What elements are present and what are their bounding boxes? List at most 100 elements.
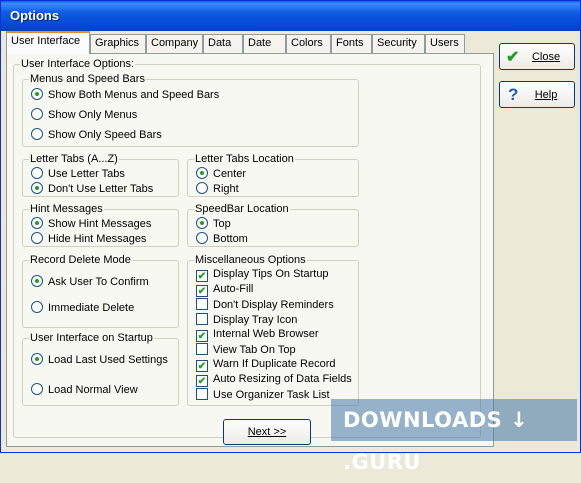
help-button[interactable]: ? Help [499,81,575,108]
tab-user-interface[interactable]: User Interface [6,31,90,54]
letter-tabs-group: Letter Tabs (A...Z) Use Letter Tabs Don'… [22,153,179,197]
checkbox-label: Internal Web Browser [213,328,319,340]
radio-button[interactable] [31,217,43,229]
checkbox-label: View Tab On Top [213,344,296,356]
speedbar-location-group: SpeedBar Location Top Bottom [187,203,359,247]
record-delete-group: Record Delete Mode Ask User To Confirm I… [22,254,179,328]
radio-label: Load Last Used Settings [48,354,168,366]
checkbox-label: Auto-Fill [213,283,254,295]
radio-button[interactable] [31,167,43,179]
menus-group-title: Menus and Speed Bars [29,73,146,85]
record-delete-title: Record Delete Mode [29,254,132,266]
radio-bottom[interactable]: Bottom [196,232,248,246]
radio-label: Show Both Menus and Speed Bars [48,89,220,101]
checkbox[interactable] [196,343,208,355]
radio-load-last-used[interactable]: Load Last Used Settings [31,353,168,367]
tab-data[interactable]: Data [203,34,243,53]
tab-date[interactable]: Date [243,34,286,53]
radio-use-letter-tabs[interactable]: Use Letter Tabs [31,167,125,181]
radio-button[interactable] [31,353,43,365]
menus-group: Menus and Speed Bars Show Both Menus and… [22,73,359,147]
user-interface-options-title: User Interface Options: [20,58,136,70]
radio-button[interactable] [31,128,43,140]
tab-colors[interactable]: Colors [286,34,331,53]
radio-label: Show Only Speed Bars [48,129,162,141]
radio-label: Immediate Delete [48,302,135,314]
close-button-label: Close [531,51,561,63]
help-button-label: Help [534,89,558,101]
watermark-logo: DOWNLOADS ↓ .GURU [331,399,577,474]
radio-show-only-speedbars[interactable]: Show Only Speed Bars [31,128,162,142]
radio-right[interactable]: Right [196,182,239,196]
check-organizer-task-list[interactable]: Use Organizer Task List [196,388,330,402]
radio-immediate-delete[interactable]: Immediate Delete [31,301,134,315]
checkbox[interactable] [196,313,208,325]
radio-button[interactable] [196,167,208,179]
radio-button[interactable] [31,301,43,313]
radio-hide-hint[interactable]: Hide Hint Messages [31,232,146,246]
close-button[interactable]: ✔ Close [499,43,575,70]
radio-label: Use Letter Tabs [48,168,125,180]
tab-users[interactable]: Users [425,34,465,53]
startup-title: User Interface on Startup [29,332,154,344]
radio-dont-use-letter-tabs[interactable]: Don't Use Letter Tabs [31,182,153,196]
radio-label: Show Hint Messages [48,218,152,230]
next-button[interactable]: Next >> [223,419,311,445]
checkbox[interactable]: ✔ [196,360,208,372]
letter-tabs-location-title: Letter Tabs Location [194,153,295,165]
radio-button[interactable] [31,108,43,120]
hint-messages-group: Hint Messages Show Hint Messages Hide Hi… [22,203,179,247]
check-auto-fill[interactable]: ✔ Auto-Fill [196,283,253,297]
checkbox[interactable] [196,388,208,400]
check-dont-display-reminders[interactable]: Don't Display Reminders [196,298,334,312]
user-interface-panel: User Interface Options: Menus and Speed … [6,53,494,447]
tab-security[interactable]: Security [372,34,425,53]
tab-company[interactable]: Company [146,34,203,53]
check-display-tray-icon[interactable]: Display Tray Icon [196,313,297,327]
radio-load-normal[interactable]: Load Normal View [31,383,138,397]
checkbox-label: Display Tray Icon [213,314,298,326]
tab-graphics[interactable]: Graphics [90,34,146,53]
check-internal-web-browser[interactable]: ✔ Internal Web Browser [196,328,319,342]
checkbox-label: Display Tips On Startup [213,268,329,280]
checkbox-label: Warn If Duplicate Record [213,358,336,370]
check-warn-duplicate[interactable]: ✔ Warn If Duplicate Record [196,358,335,372]
checkbox[interactable]: ✔ [196,375,208,387]
startup-group: User Interface on Startup Load Last Used… [22,332,179,406]
radio-button[interactable] [31,383,43,395]
options-window: Options User Interface Graphics Company … [0,0,581,474]
checkbox-label: Auto Resizing of Data Fields [213,373,352,385]
checkbox[interactable] [196,298,208,310]
checkbox-label: Use Organizer Task List [213,389,330,401]
check-auto-resizing[interactable]: ✔ Auto Resizing of Data Fields [196,373,352,387]
radio-button[interactable] [31,275,43,287]
radio-center[interactable]: Center [196,167,246,181]
checkbox[interactable]: ✔ [196,270,208,282]
radio-show-only-menus[interactable]: Show Only Menus [31,108,137,122]
checkbox[interactable]: ✔ [196,330,208,342]
letter-tabs-location-group: Letter Tabs Location Center Right [187,153,359,197]
radio-button[interactable] [31,88,43,100]
radio-label: Don't Use Letter Tabs [48,183,154,195]
checkbox[interactable]: ✔ [196,285,208,297]
radio-button[interactable] [196,182,208,194]
title-bar[interactable]: Options [1,1,580,31]
radio-button[interactable] [196,232,208,244]
check-view-tab-on-top[interactable]: View Tab On Top [196,343,296,357]
radio-show-both[interactable]: Show Both Menus and Speed Bars [31,88,219,102]
radio-button[interactable] [31,232,43,244]
radio-label: Bottom [213,233,248,245]
radio-label: Center [213,168,247,180]
radio-show-hint[interactable]: Show Hint Messages [31,217,151,231]
radio-button[interactable] [196,217,208,229]
radio-label: Top [213,218,231,230]
radio-top[interactable]: Top [196,217,231,231]
radio-ask-user[interactable]: Ask User To Confirm [31,275,149,289]
radio-button[interactable] [31,182,43,194]
radio-label: Ask User To Confirm [48,276,149,288]
check-display-tips[interactable]: ✔ Display Tips On Startup [196,268,329,282]
tab-fonts[interactable]: Fonts [331,34,372,53]
radio-label: Show Only Menus [48,109,138,121]
next-button-label: Next >> [247,426,287,438]
client-area: User Interface Graphics Company Data Dat… [4,31,577,450]
